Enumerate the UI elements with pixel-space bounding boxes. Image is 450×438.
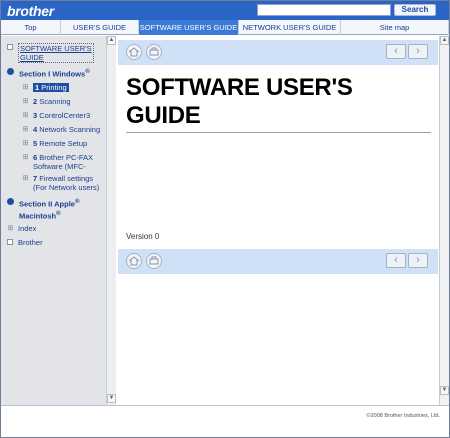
expand-icon[interactable]: ⊞ (22, 126, 29, 133)
item-number: 6 (33, 153, 38, 162)
section-mac-label-b: Macintosh (19, 211, 57, 220)
next-page-button-bottom[interactable]: › (408, 253, 428, 268)
home-button-bottom[interactable] (126, 253, 142, 269)
tab-network-users-guide[interactable]: NETWORK USER'S GUIDE (239, 20, 341, 35)
sidebar-item-printing[interactable]: 1 Printing (33, 83, 69, 92)
scroll-down-arrow[interactable]: ▼ (107, 394, 116, 403)
section-windows-label: Section I Windows (19, 69, 86, 79)
sidebar-item-remote-setup[interactable]: 5 Remote Setup (33, 139, 87, 148)
search-input[interactable] (257, 4, 391, 16)
sidebar-item-scanning[interactable]: 2 Scanning (33, 97, 71, 106)
next-arrow-icon: › (416, 45, 420, 57)
tab-software-users-guide[interactable]: SOFTWARE USER'S GUIDE (139, 20, 239, 35)
sidebar-section-macintosh[interactable]: Section II Apple® Macintosh® (19, 197, 104, 220)
item-label: Scanning (39, 97, 71, 106)
version-text: Version 0 (126, 232, 160, 241)
scroll-up-arrow[interactable]: ▲ (107, 36, 116, 45)
sidebar-section-windows[interactable]: Section I Windows® (19, 67, 90, 79)
print-icon (149, 47, 159, 56)
expand-icon[interactable]: ⊞ (22, 175, 29, 182)
expand-icon[interactable]: ⊞ (7, 225, 14, 232)
item-label: Firewall settings (For Network users) (33, 174, 100, 192)
expand-icon[interactable]: ⊞ (22, 98, 29, 105)
item-number: 5 (33, 139, 38, 148)
scroll-down-arrow[interactable]: ▼ (440, 386, 449, 395)
title-line-1: SOFTWARE USER'S (126, 74, 353, 101)
title-divider (126, 132, 431, 133)
sidebar-item-network-scanning[interactable]: 4 Network Scanning (33, 125, 100, 134)
section-dot-icon (7, 198, 14, 205)
section-dot-icon (7, 68, 14, 75)
item-label: Network Scanning (39, 125, 101, 134)
section-mac-label-a: Section II Apple (19, 199, 75, 209)
item-label: ControlCenter3 (39, 111, 91, 120)
footer (1, 405, 449, 437)
sidebar-item-pc-fax[interactable]: 6 Brother PC-FAX Software (MFC- (33, 153, 103, 171)
item-number: 4 (33, 125, 38, 134)
tab-top[interactable]: Top (1, 20, 61, 35)
expand-icon[interactable]: ⊞ (22, 154, 29, 161)
print-button-bottom[interactable] (146, 253, 162, 269)
expand-icon[interactable]: ⊞ (22, 140, 29, 147)
item-label: Brother PC-FAX Software (MFC- (33, 153, 94, 171)
sidebar-item-firewall[interactable]: 7 Firewall settings (For Network users) (33, 174, 103, 192)
print-button[interactable] (146, 44, 162, 60)
bullet-icon (7, 239, 13, 245)
scroll-up-arrow[interactable]: ▲ (440, 36, 449, 45)
main-scrollbar[interactable]: ▲ ▼ (439, 36, 449, 405)
next-arrow-icon: › (416, 254, 420, 266)
print-icon (149, 256, 159, 265)
item-number: 3 (33, 111, 38, 120)
brother-logo: brother (7, 3, 54, 19)
prev-page-button[interactable]: ‹ (386, 44, 406, 59)
next-page-button[interactable]: › (408, 44, 428, 59)
item-number: 1 (35, 83, 40, 92)
sidebar-scrollbar[interactable]: ▲ ▼ (106, 36, 116, 405)
expand-icon[interactable]: ⊞ (22, 84, 29, 91)
bullet-icon (7, 44, 13, 50)
home-icon (128, 47, 140, 57)
prev-arrow-icon: ‹ (394, 254, 398, 266)
prev-arrow-icon: ‹ (394, 45, 398, 57)
expand-icon[interactable]: ⊞ (22, 112, 29, 119)
sidebar-item-controlcenter3[interactable]: 3 ControlCenter3 (33, 111, 90, 120)
home-icon (128, 256, 140, 266)
item-number: 2 (33, 97, 38, 106)
tab-users-guide[interactable]: USER'S GUIDE (61, 20, 139, 35)
item-label: Printing (41, 83, 67, 92)
prev-page-button-bottom[interactable]: ‹ (386, 253, 406, 268)
sidebar-item-brother[interactable]: Brother (18, 238, 43, 247)
page-title: SOFTWARE USER'S GUIDE (126, 74, 436, 130)
tab-site-map[interactable]: Site map (341, 20, 449, 35)
registered-mark: ® (56, 209, 61, 217)
title-line-2: GUIDE (126, 102, 201, 129)
item-label: Remote Setup (39, 139, 88, 148)
tab-bar: Top USER'S GUIDE SOFTWARE USER'S GUIDE N… (1, 20, 449, 35)
sidebar-root-link[interactable]: SOFTWARE USER'S GUIDE (18, 43, 94, 63)
search-button[interactable]: Search (394, 4, 436, 16)
sidebar-item-index[interactable]: Index (18, 224, 36, 233)
registered-mark: ® (85, 68, 90, 75)
home-button[interactable] (126, 44, 142, 60)
registered-mark: ® (74, 198, 80, 205)
copyright-text: ©2008 Brother Industries, Ltd. (366, 413, 440, 419)
item-number: 7 (33, 174, 38, 183)
